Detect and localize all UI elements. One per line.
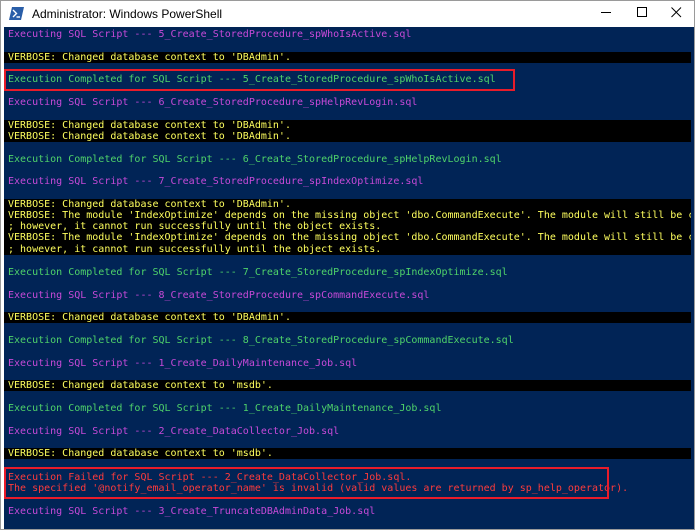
close-button[interactable] xyxy=(658,1,694,27)
powershell-icon xyxy=(9,7,24,20)
title-bar[interactable]: Administrator: Windows PowerShell xyxy=(1,1,694,27)
console-line: Executing SQL Script --- 8_Create_Stored… xyxy=(8,289,430,301)
console-line: ; however, it cannot run successfully un… xyxy=(4,221,694,233)
console-line: Executing SQL Script --- 6_Create_Stored… xyxy=(8,97,418,108)
console-line: The specified '@notify_email_operator_na… xyxy=(8,482,629,494)
console-scrollbar[interactable] xyxy=(691,27,694,529)
console-line: Execution Completed for SQL Script --- 5… xyxy=(8,74,496,85)
console-line: VERBOSE: Changed database context to 'ms… xyxy=(4,380,694,392)
window-title: Administrator: Windows PowerShell xyxy=(32,7,223,21)
console-line: Execution Completed for SQL Script --- 6… xyxy=(8,153,502,165)
console-line: VERBOSE: Changed database context to 'DB… xyxy=(4,198,694,210)
console-output[interactable]: Executing SQL Script --- 5_Create_Stored… xyxy=(4,27,694,529)
minimize-button[interactable] xyxy=(588,1,624,27)
console-line: Executing SQL Script --- 7_Create_Stored… xyxy=(8,176,424,187)
minimize-icon xyxy=(600,7,612,21)
console-line: Execution Completed for SQL Script --- 7… xyxy=(8,267,508,278)
console-line: VERBOSE: Changed database context to 'DB… xyxy=(4,130,694,143)
maximize-icon xyxy=(636,7,648,21)
console-line: Executing SQL Script --- 1_Create_DailyM… xyxy=(8,357,358,369)
powershell-window: Administrator: Windows PowerShell Execut… xyxy=(0,0,695,530)
close-icon xyxy=(670,7,682,21)
console-line: VERBOSE: Changed database context to 'DB… xyxy=(4,312,694,324)
console-line: Execution Completed for SQL Script --- 1… xyxy=(8,403,442,414)
console-line: VERBOSE: Changed database context to 'ms… xyxy=(4,448,694,460)
console-line: VERBOSE: Changed database context to 'DB… xyxy=(4,51,694,63)
console-line: VERBOSE: Changed database context to 'DB… xyxy=(4,119,694,131)
maximize-button[interactable] xyxy=(624,1,660,27)
console-line: VERBOSE: The module 'IndexOptimize' depe… xyxy=(4,232,694,244)
console-line: Execution Completed for SQL Script --- 8… xyxy=(8,335,514,346)
console-line: Executing SQL Script --- 3_Create_Trunca… xyxy=(8,506,376,517)
console-line: Executing SQL Script --- 2_Create_DataCo… xyxy=(8,425,340,437)
console-line: ; however, it cannot run successfully un… xyxy=(4,243,694,255)
console-line: VERBOSE: The module 'IndexOptimize' depe… xyxy=(4,209,694,222)
console-line: Execution Failed for SQL Script --- 2_Cr… xyxy=(8,471,412,483)
console-line: Executing SQL Script --- 5_Create_Stored… xyxy=(8,29,412,40)
